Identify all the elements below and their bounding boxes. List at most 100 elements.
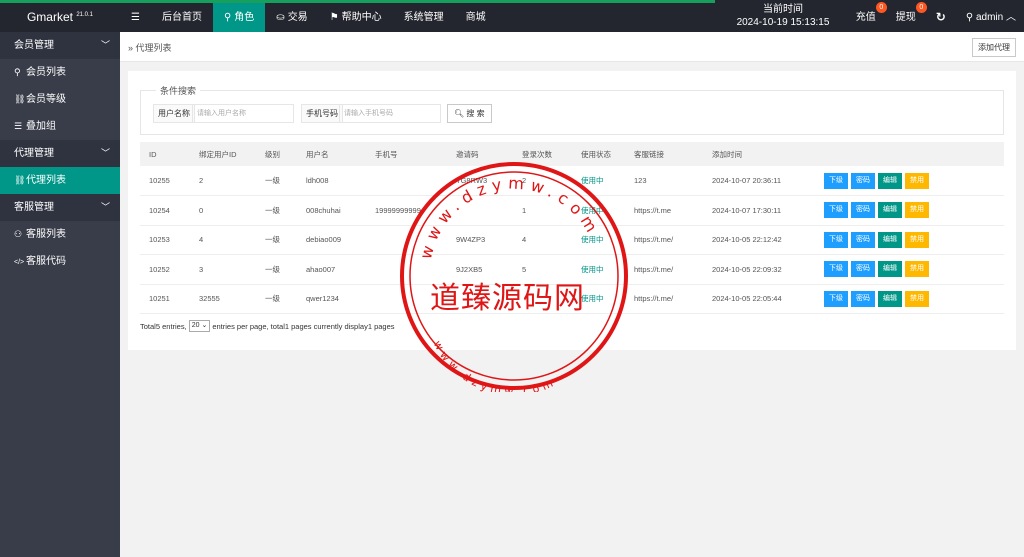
add-agent-button[interactable]: 添加代理 xyxy=(972,38,1016,57)
username-label: 用户名称 xyxy=(153,104,195,123)
table-cell: 3 xyxy=(190,254,256,285)
subordinate-button[interactable]: 下级 xyxy=(824,172,848,189)
password-button[interactable]: 密码 xyxy=(851,231,875,248)
nav-system[interactable]: 系统管理 xyxy=(393,3,455,32)
menu-icon: ☰ xyxy=(131,12,140,23)
current-time-value: 2024-10-19 15:13:15 xyxy=(736,17,830,28)
users-icon: ⚇ xyxy=(14,229,23,239)
col-invite-code[interactable]: 邀请码 xyxy=(447,142,513,166)
col-add-time[interactable]: 添加时间 xyxy=(703,142,815,166)
edit-button[interactable]: 编辑 xyxy=(878,231,902,248)
table-cell: ahao007 xyxy=(297,254,366,285)
col-status[interactable]: 使用状态 xyxy=(572,142,625,166)
subordinate-button[interactable]: 下级 xyxy=(824,202,848,219)
username-input[interactable]: 请输入用户名称 xyxy=(192,104,294,123)
table-cell: TG8RW3 xyxy=(447,166,513,196)
disable-button[interactable]: 禁用 xyxy=(905,172,929,189)
password-button[interactable]: 密码 xyxy=(851,202,875,219)
subordinate-button[interactable]: 下级 xyxy=(824,231,848,248)
user-menu[interactable]: ⚲ admin ︿ xyxy=(956,3,1024,32)
pager-total: Total5 entries, xyxy=(140,321,187,331)
sidebar-group-agents[interactable]: 代理管理 ﹀ xyxy=(0,140,120,167)
col-service-link[interactable]: 客服链接 xyxy=(625,142,703,166)
table-cell: 9W4ZP3 xyxy=(447,225,513,255)
sidebar-item-member-list[interactable]: ⚲ 会员列表 xyxy=(0,59,120,86)
nav-help-center[interactable]: ⚑ 帮助中心 xyxy=(319,3,393,32)
table-cell: 使用中 xyxy=(572,254,625,285)
table-cell: 一级 xyxy=(256,284,297,314)
sidebar-item-stack-group[interactable]: ☰ 叠加组 xyxy=(0,113,120,140)
app-logo[interactable]: Gmarket 21.0.1 xyxy=(0,3,120,32)
table-row: 10253 4 一级 debiao009 9W4ZP3 4 使用中 https://t.me/… xyxy=(140,225,1004,255)
edit-button[interactable]: 编辑 xyxy=(878,202,902,219)
edit-button[interactable]: 编辑 xyxy=(878,172,902,189)
refresh-icon[interactable]: ↻ xyxy=(926,3,956,32)
nav-role[interactable]: ⚲ 角色 xyxy=(212,3,266,32)
per-page-select[interactable]: 20 ⌄ xyxy=(188,320,211,332)
sidebar-item-member-level[interactable]: ⛓会员等级 xyxy=(0,86,120,113)
main-content: » 代理列表 添加代理 条件搜索 用户名称 请输入用户名称 手机号码 请输入手机… xyxy=(120,32,1024,557)
subordinate-button[interactable]: 下级 xyxy=(824,290,848,307)
table-cell: qwer1234 xyxy=(297,284,366,314)
phone-input[interactable]: 请输入手机号码 xyxy=(339,104,441,123)
nav-home[interactable]: 后台首页 xyxy=(151,3,213,32)
list-icon: ☰ xyxy=(14,121,23,131)
link-icon: ⛓ xyxy=(14,175,26,185)
table-cell: 一级 xyxy=(256,195,297,226)
col-login-count[interactable]: 登录次数 xyxy=(513,142,572,166)
sidebar-item-service-code[interactable]: </> 客服代码 xyxy=(0,248,120,275)
disable-button[interactable]: 禁用 xyxy=(905,231,929,248)
table-cell: https://t.me xyxy=(625,195,703,226)
col-id[interactable]: ID xyxy=(140,142,190,166)
password-button[interactable]: 密码 xyxy=(851,261,875,278)
nav-mall[interactable]: 商城 xyxy=(455,3,497,32)
table-cell: 008chuhai xyxy=(297,195,366,226)
disable-button[interactable]: 禁用 xyxy=(905,202,929,219)
table-cell: 1 xyxy=(513,195,572,226)
col-actions xyxy=(815,142,1004,166)
table-cell: 一级 xyxy=(256,254,297,285)
edit-button[interactable]: 编辑 xyxy=(878,290,902,307)
table-cell: 2024-10-05 22:05:44 xyxy=(703,284,815,314)
password-button[interactable]: 密码 xyxy=(851,172,875,189)
row-actions: 下级 密码 编辑 禁用 xyxy=(815,284,1004,314)
table-cell: 0 xyxy=(190,195,256,226)
disable-button[interactable]: 禁用 xyxy=(905,261,929,278)
withdraw-button[interactable]: 提现 0 xyxy=(886,2,927,32)
table-cell: 10254 xyxy=(140,195,190,226)
sidebar-group-members[interactable]: 会员管理 ﹀ xyxy=(0,32,120,59)
nav-transaction[interactable]: ⛀ 交易 xyxy=(265,3,318,32)
sidebar-item-service-list[interactable]: ⚇ 客服列表 xyxy=(0,221,120,248)
user-icon: ⚲ xyxy=(14,67,21,77)
chevron-up-icon: ︿ xyxy=(1006,12,1016,23)
table-cell xyxy=(447,284,513,314)
current-time-label: 当前时间 xyxy=(763,4,803,15)
subordinate-button[interactable]: 下级 xyxy=(824,261,848,278)
table-cell xyxy=(366,225,447,255)
col-level[interactable]: 级别 xyxy=(256,142,297,166)
col-bound-user-id[interactable]: 绑定用户ID xyxy=(190,142,256,166)
col-username[interactable]: 用户名 xyxy=(297,142,366,166)
password-button[interactable]: 密码 xyxy=(851,290,875,307)
disable-button[interactable]: 禁用 xyxy=(905,290,929,307)
table-cell: debiao009 xyxy=(297,225,366,255)
nav-menu-toggle[interactable]: ☰ xyxy=(120,3,151,32)
table-cell: 5 xyxy=(513,254,572,285)
current-time: 当前时间 2024-10-19 15:13:15 xyxy=(728,3,838,29)
sidebar-group-service[interactable]: 客服管理 ﹀ xyxy=(0,194,120,221)
table-cell: 使用中 xyxy=(572,195,625,226)
edit-button[interactable]: 编辑 xyxy=(878,261,902,278)
table-row: 10251 32555 一级 qwer1234 使用中 https://t.me/2024… xyxy=(140,284,1004,314)
link-icon: ⛓ xyxy=(14,94,26,104)
table-cell: 32555 xyxy=(190,284,256,314)
table-cell: 10251 xyxy=(140,284,190,314)
table-cell: 123 xyxy=(625,166,703,196)
table-cell: 9J2XB5 xyxy=(447,254,513,285)
search-button[interactable]: 🔍︎ 搜 索 xyxy=(447,104,492,123)
col-phone[interactable]: 手机号 xyxy=(366,142,447,166)
recharge-button[interactable]: 充值 0 xyxy=(846,2,887,32)
sidebar-item-agent-list[interactable]: ⛓代理列表 xyxy=(0,167,120,194)
agent-table: ID 绑定用户ID 级别 用户名 手机号 邀请码 登录次数 使用状态 客服链接 … xyxy=(140,142,1004,314)
search-panel: 条件搜索 用户名称 请输入用户名称 手机号码 请输入手机号码 🔍︎ 搜 索 xyxy=(140,84,1004,135)
row-actions: 下级 密码 编辑 禁用 xyxy=(815,254,1004,285)
